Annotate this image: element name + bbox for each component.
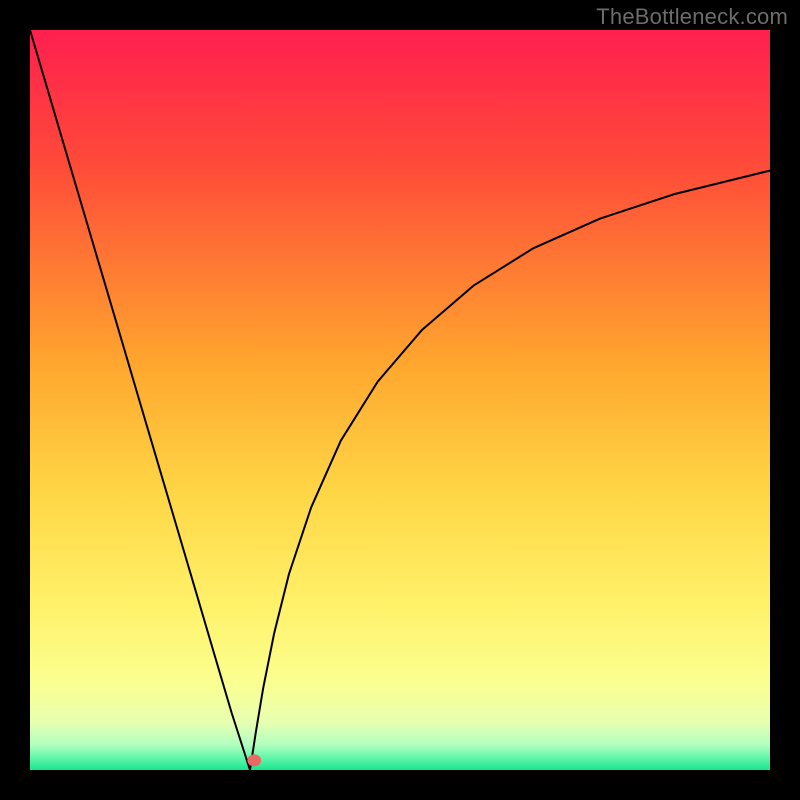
plot-area (30, 30, 770, 770)
watermark-text: TheBottleneck.com (596, 4, 788, 30)
vertex-marker (247, 754, 261, 766)
gradient-background (30, 30, 770, 770)
chart-svg (30, 30, 770, 770)
chart-frame: TheBottleneck.com (0, 0, 800, 800)
